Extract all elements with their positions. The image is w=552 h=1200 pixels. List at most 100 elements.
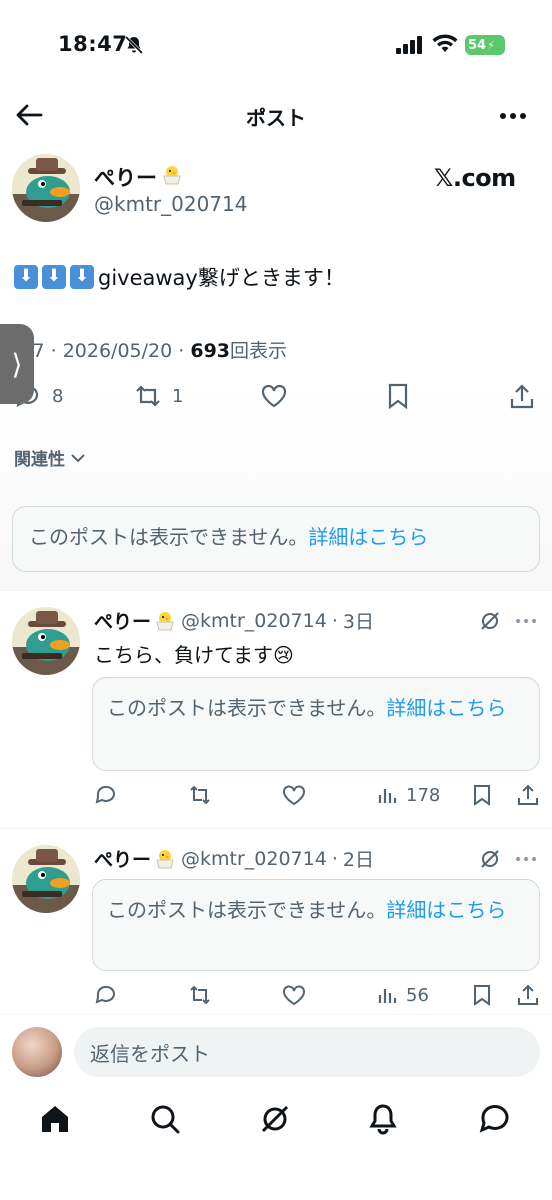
share-icon [518,784,538,805]
reply-sort-dropdown[interactable]: 関連性 [14,445,85,470]
messages-icon[interactable] [478,1102,512,1136]
reply-handle[interactable]: @kmtr_020714 [181,848,327,870]
search-icon[interactable] [148,1102,182,1136]
reply-avatar[interactable] [12,607,80,675]
reply-author-text: ぺりー [94,611,152,633]
bookmark-button[interactable] [470,983,494,1007]
details-link[interactable]: 詳細はこちら [386,696,506,720]
like-icon [283,985,305,1006]
bookmark-icon [474,985,490,1006]
repost-button[interactable] [188,983,212,1007]
unavailable-text: このポストは表示できません。 [29,525,309,549]
current-user-avatar[interactable] [12,1027,62,1077]
home-icon[interactable] [38,1102,72,1136]
grok-icon[interactable] [478,609,502,633]
author-avatar[interactable] [12,154,80,222]
reply-input[interactable]: 返信をポスト [74,1027,540,1077]
views-icon [378,789,397,803]
reply-button[interactable] [94,983,118,1007]
bookmark-button[interactable] [384,382,412,410]
views-button[interactable]: 56 [376,983,429,1007]
charging-icon: ⚡ [487,38,495,52]
unavailable-post-box: このポストは表示できません。詳細はこちら [92,677,540,771]
share-button[interactable] [516,783,540,807]
reply-actions: 178 [0,783,552,815]
views-button[interactable]: 178 [376,783,440,807]
share-icon [510,384,534,409]
details-link[interactable]: 詳細はこちら [308,525,428,549]
reply-actions: 56 [0,983,552,1015]
reply-age: 2日 [342,849,374,871]
unavailable-text: このポストは表示できません。 [107,696,387,720]
author-display-name[interactable]: ぺりー [94,162,183,192]
perry-avatar-icon [12,845,80,913]
repost-icon [190,985,210,1005]
reply-composer: 返信をポスト [0,1014,552,1086]
unavailable-post-box: このポストは表示できません。詳細はこちら [92,879,540,971]
reply-item[interactable]: ぺりー @kmtr_020714 · 3日 こちら、負けてます😢 このポストは表… [0,590,552,828]
reply-header: ぺりー @kmtr_020714 · 3日 [94,607,374,634]
side-drawer-handle[interactable]: ⟩ [0,324,34,404]
like-icon [261,384,287,408]
down-arrow-icon [70,265,94,289]
like-button[interactable] [282,983,306,1007]
bottom-tab-bar [0,1086,552,1200]
wifi-icon [432,34,458,52]
reply-author-text: ぺりー [94,849,152,871]
view-count[interactable]: 693 [190,340,230,362]
post-body: giveaway繋げときます！ [98,266,345,290]
repost-button[interactable]: 1 [134,382,183,410]
reply-icon [95,785,115,804]
unavailable-post-box: このポストは表示できません。詳細はこちら [12,506,540,572]
bell-icon[interactable] [366,1102,400,1136]
like-button[interactable] [282,783,306,807]
share-icon [518,984,538,1005]
like-icon [283,785,305,806]
top-navigation: ポスト [0,92,552,140]
bookmark-button[interactable] [470,783,494,807]
bookmark-icon [388,383,408,410]
bell-off-icon [124,35,144,55]
author-name-text: ぺりー [94,166,157,190]
reply-author-name[interactable]: ぺりー [94,607,176,634]
battery-level: 54 [468,37,487,53]
post-meta: :57 · 2026/05/20 · 693回表示 [14,336,287,363]
post-actions: 8 1 [0,376,552,420]
down-arrow-icon [42,265,66,289]
grok-icon[interactable] [478,847,502,871]
reply-icon [95,985,115,1004]
post-date: 2026/05/20 [62,340,173,362]
details-link[interactable]: 詳細はこちら [386,898,506,922]
reply-button[interactable] [94,783,118,807]
views-label: 回表示 [230,340,288,362]
perry-avatar-icon [12,607,80,675]
signal-icon [396,36,422,54]
reply-more-button[interactable] [516,857,536,861]
perry-avatar-icon [12,154,80,222]
more-options-button[interactable] [495,106,531,126]
hatching-chick-icon [156,611,174,630]
reply-header: ぺりー @kmtr_020714 · 2日 [94,845,374,872]
share-button[interactable] [508,382,536,410]
bookmark-icon [474,785,490,806]
hatching-chick-icon [156,849,174,868]
main-post: ぺりー @kmtr_020714 𝕏.com giveaway繋げときます！ :… [0,140,552,590]
reply-avatar[interactable] [12,845,80,913]
page-title: ポスト [246,106,306,130]
reply-author-name[interactable]: ぺりー [94,845,176,872]
reply-text: こちら、負けてます😢 [94,643,294,667]
repost-button[interactable] [188,783,212,807]
status-time: 18:47 [58,32,128,56]
battery-indicator: 54 ⚡ [465,35,505,55]
chevron-down-icon [71,453,85,462]
author-handle[interactable]: @kmtr_020714 [94,192,247,216]
reply-more-button[interactable] [516,619,536,623]
reply-age: 3日 [342,611,374,633]
reply-item[interactable]: ぺりー @kmtr_020714 · 2日 このポストは表示できません。詳細はこ… [0,828,552,1014]
reply-handle[interactable]: @kmtr_020714 [181,610,327,632]
repost-icon [190,785,210,805]
sort-label: 関連性 [14,450,65,470]
share-button[interactable] [516,983,540,1007]
like-button[interactable] [260,382,288,410]
grok-icon[interactable] [258,1102,292,1136]
